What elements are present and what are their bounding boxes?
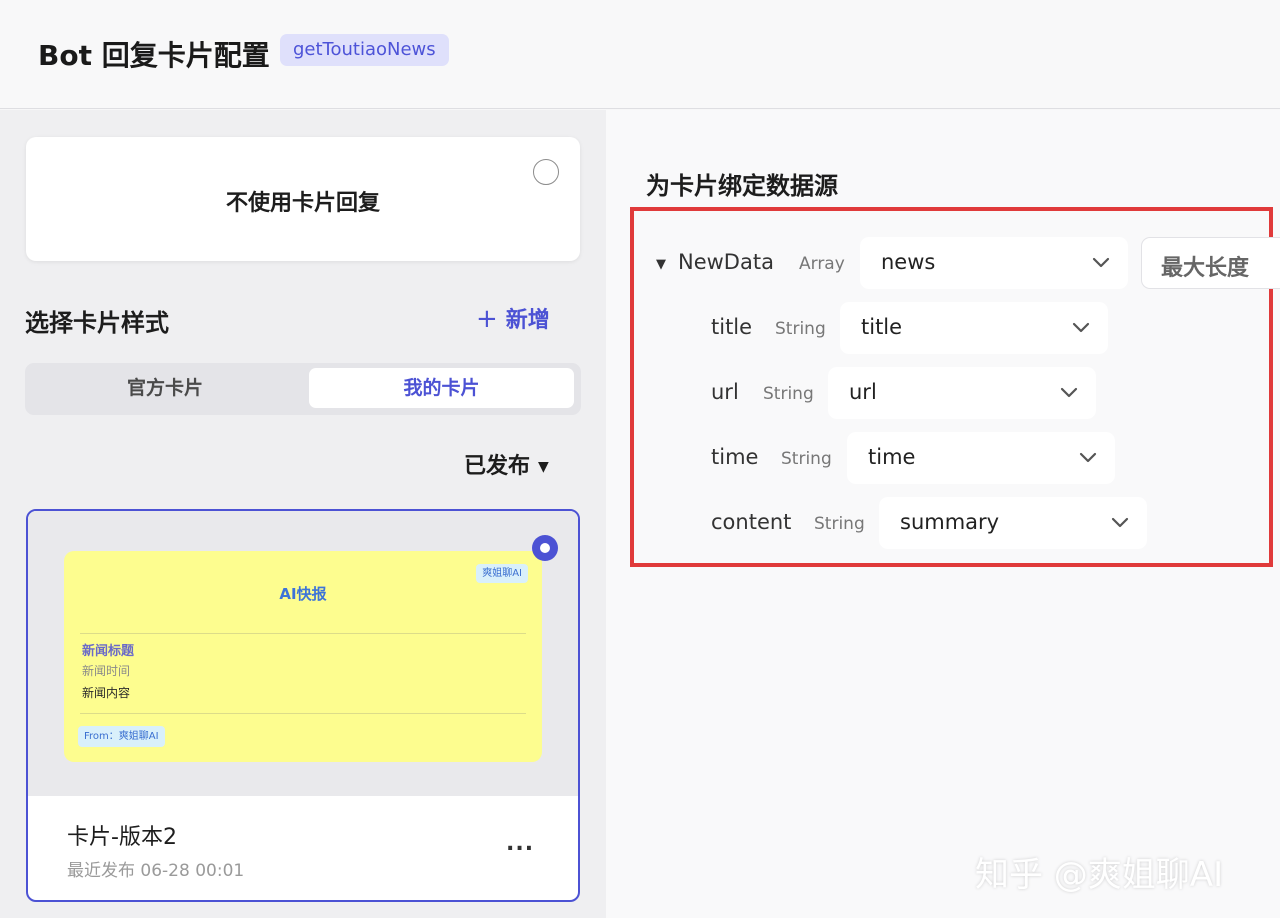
tab-my-cards[interactable]: 我的卡片 xyxy=(309,368,574,408)
select-value: url xyxy=(849,380,877,404)
preview-badge: 爽姐聊AI xyxy=(476,564,528,583)
card-preview-body: 爽姐聊AI AI快报 新闻标题 新闻时间 新闻内容 From：爽姐聊AI xyxy=(64,551,542,762)
status-filter-label: 已发布 xyxy=(464,454,531,479)
tab-official-cards[interactable]: 官方卡片 xyxy=(30,368,300,408)
field-type-root: Array xyxy=(799,254,845,274)
caret-down-icon: ▼ xyxy=(538,459,549,475)
preview-news-content: 新闻内容 xyxy=(82,686,131,700)
watermark: 知乎 @爽姐聊AI xyxy=(975,855,1224,895)
preview-news-time: 新闻时间 xyxy=(82,664,131,678)
title-source-select[interactable]: title xyxy=(840,302,1108,354)
no-card-option[interactable]: 不使用卡片回复 xyxy=(26,137,580,261)
field-name-url: url xyxy=(711,380,739,404)
caret-expanded-icon[interactable]: ▼ xyxy=(656,257,666,272)
time-source-select[interactable]: time xyxy=(847,432,1115,484)
no-card-radio[interactable] xyxy=(533,159,559,185)
radio-dot xyxy=(540,543,550,553)
field-type-content: String xyxy=(814,514,865,534)
preview-title: AI快报 xyxy=(279,585,327,603)
field-type-url: String xyxy=(763,384,814,404)
card-preview: 爽姐聊AI AI快报 新闻标题 新闻时间 新闻内容 From：爽姐聊AI xyxy=(28,511,578,796)
add-card-button[interactable]: + 新增 xyxy=(476,302,550,334)
section-title: 选择卡片样式 xyxy=(25,309,169,337)
status-filter[interactable]: 已发布 ▼ xyxy=(464,448,549,480)
field-type-time: String xyxy=(781,449,832,469)
chevron-down-icon xyxy=(1111,517,1129,528)
root-source-select[interactable]: news xyxy=(860,237,1128,289)
max-length-label: 最大长度 xyxy=(1161,256,1250,281)
chevron-down-icon xyxy=(1060,387,1078,398)
page-title: Bot 回复卡片配置 xyxy=(38,39,270,72)
content-source-select[interactable]: summary xyxy=(879,497,1147,549)
field-name-root: NewData xyxy=(678,250,774,274)
chevron-down-icon xyxy=(1092,257,1110,268)
no-card-label: 不使用卡片回复 xyxy=(225,191,380,216)
select-value: title xyxy=(861,315,903,339)
card-name: 卡片-版本2 xyxy=(67,825,177,850)
plus-icon: + xyxy=(476,304,498,334)
right-panel: 为卡片绑定数据源 ▼ NewData Array news 最大长度 title… xyxy=(606,110,1280,918)
card-selected-radio[interactable] xyxy=(532,535,558,561)
page-header: Bot 回复卡片配置 getToutiaoNews xyxy=(0,0,1280,109)
field-name-content: content xyxy=(711,510,792,534)
card-item[interactable]: 爽姐聊AI AI快报 新闻标题 新闻时间 新闻内容 From：爽姐聊AI 卡片-… xyxy=(26,509,580,902)
plugin-tag: getToutiaoNews xyxy=(280,34,449,66)
bind-title: 为卡片绑定数据源 xyxy=(646,172,838,200)
select-value: time xyxy=(868,445,916,469)
more-options-icon[interactable]: ... xyxy=(506,831,534,856)
chevron-down-icon xyxy=(1079,452,1097,463)
field-name-time: time xyxy=(711,445,759,469)
card-publish-date: 最近发布 06-28 00:01 xyxy=(67,861,245,881)
card-tabs: 官方卡片 我的卡片 xyxy=(25,363,581,415)
divider xyxy=(80,633,526,634)
preview-news-title: 新闻标题 xyxy=(82,644,135,659)
max-length-field[interactable]: 最大长度 xyxy=(1141,237,1280,289)
chevron-down-icon xyxy=(1072,322,1090,333)
divider xyxy=(80,713,526,714)
select-value: summary xyxy=(900,510,1000,534)
field-type-title: String xyxy=(775,319,826,339)
url-source-select[interactable]: url xyxy=(828,367,1096,419)
field-name-title: title xyxy=(711,315,753,339)
left-panel: 不使用卡片回复 选择卡片样式 + 新增 官方卡片 我的卡片 已发布 ▼ 爽姐聊AI … xyxy=(0,110,606,918)
select-value: news xyxy=(881,250,936,274)
preview-from: From：爽姐聊AI xyxy=(78,726,165,747)
add-label: 新增 xyxy=(505,308,550,333)
